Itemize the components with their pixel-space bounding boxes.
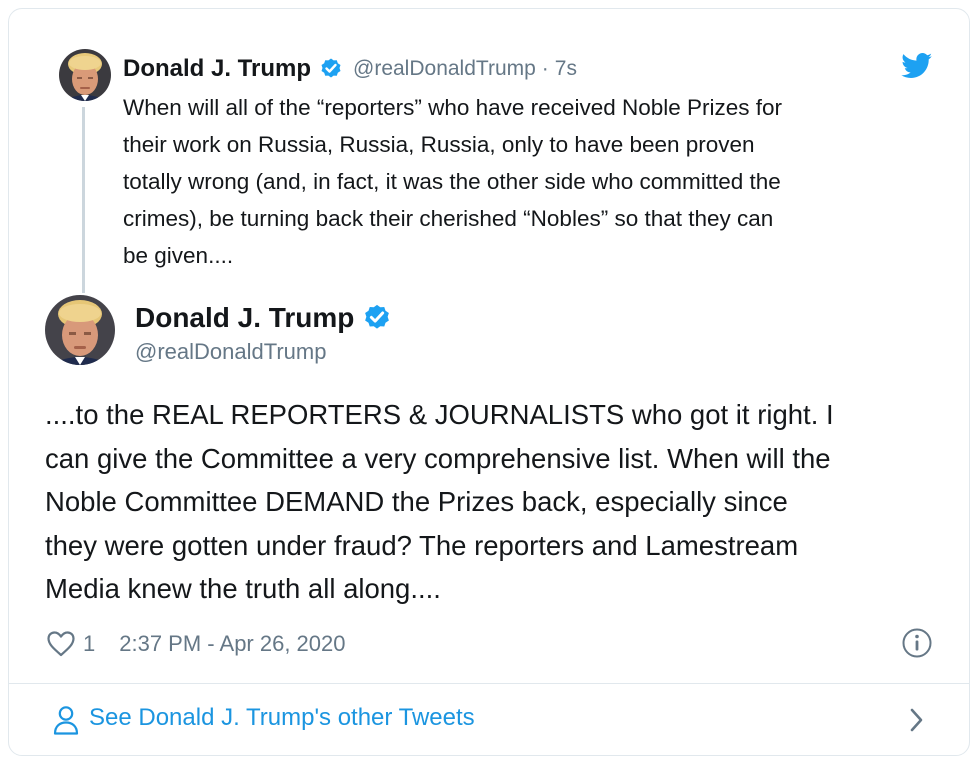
main-tweet-text: ....to the REAL REPORTERS & JOURNALISTS … [45,399,834,604]
header-separator: · [541,57,549,80]
parent-tweet-text: When will all of the “reporters” who hav… [123,95,783,268]
verified-badge-icon [362,303,392,333]
main-tweet-header: Donald J. Trump [135,299,392,337]
parent-author-avatar[interactable] [59,49,111,101]
chevron-right-icon[interactable] [907,706,927,734]
person-icon [53,705,79,735]
see-other-tweets-link[interactable]: See Donald J. Trump's other Tweets [9,684,969,755]
parent-author-name[interactable]: Donald J. Trump [123,55,311,83]
see-other-tweets-label[interactable]: See Donald J. Trump's other Tweets [89,704,475,732]
parent-tweet-header: Donald J. Trump @realDonaldTrump · 7s [123,51,577,87]
embedded-tweet-card: Donald J. Trump @realDonaldTrump · 7s Wh… [8,8,970,756]
thread-connector-line [82,107,85,293]
tweet-timestamp[interactable]: 2:37 PM - Apr 26, 2020 [119,631,345,657]
verified-badge-icon [319,57,343,81]
heart-icon[interactable] [47,631,75,657]
info-icon[interactable] [901,627,933,659]
tweet-meta-row: 1 2:37 PM - Apr 26, 2020 [47,627,346,661]
twitter-bird-icon[interactable] [901,53,933,79]
main-author-handle[interactable]: @realDonaldTrump [135,339,326,365]
parent-author-handle[interactable]: @realDonaldTrump [353,57,536,81]
main-author-avatar[interactable] [45,295,115,365]
parent-tweet-time[interactable]: 7s [555,57,577,81]
like-count: 1 [83,631,96,656]
main-author-name[interactable]: Donald J. Trump [135,302,354,334]
